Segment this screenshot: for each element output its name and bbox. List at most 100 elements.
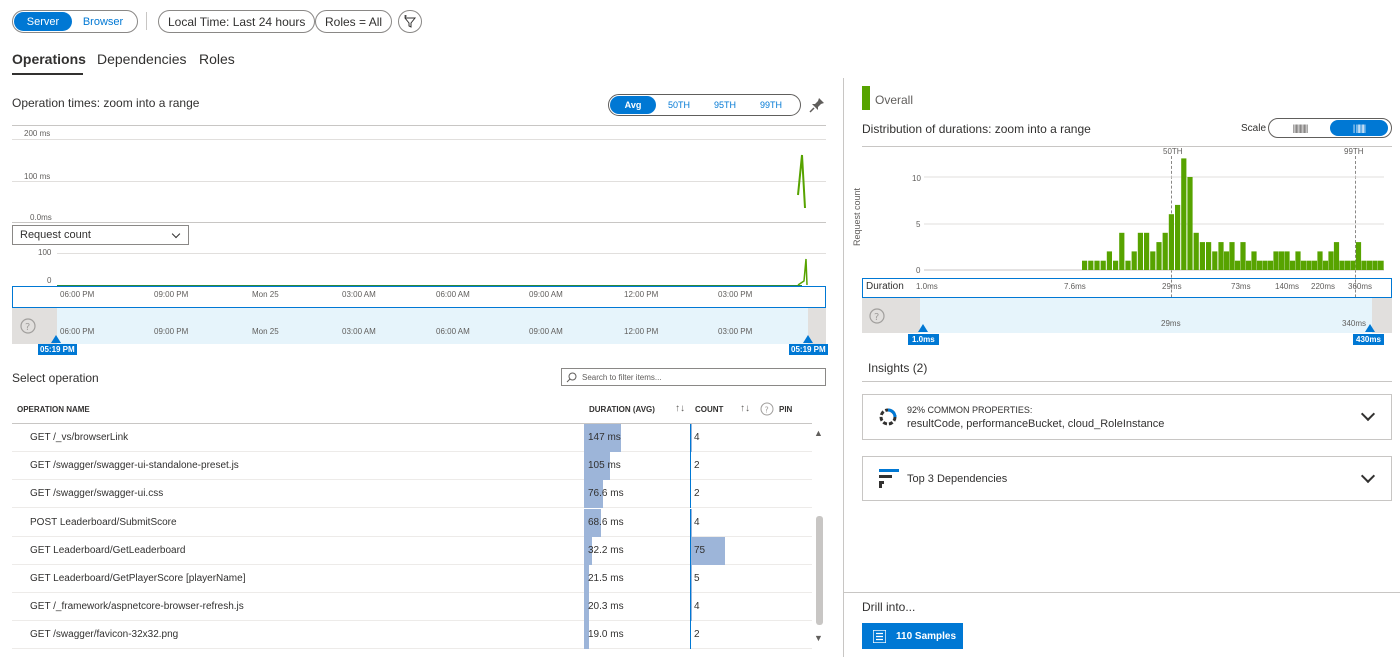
duration-tick: 360ms bbox=[1348, 282, 1373, 291]
table-row[interactable]: GET Leaderboard/GetPlayerScore [playerNa… bbox=[12, 565, 812, 593]
server-toggle[interactable]: Server bbox=[14, 12, 72, 31]
reset-zoom-icon[interactable]: ? bbox=[868, 307, 886, 325]
search-icon bbox=[566, 372, 577, 383]
time-axis-box bbox=[12, 286, 826, 308]
time-tick: 06:00 AM bbox=[436, 290, 470, 299]
add-filter-icon bbox=[403, 14, 417, 28]
duration-header[interactable]: DURATION (AVG) bbox=[589, 405, 655, 414]
percentile-toggle[interactable]: Avg 50TH 95TH 99TH bbox=[608, 94, 801, 116]
time-tick: 06:00 PM bbox=[60, 327, 95, 336]
table-row[interactable]: GET Leaderboard/GetLeaderboard 32.2 ms 75 bbox=[12, 536, 812, 565]
histogram-bar bbox=[1181, 158, 1187, 270]
scroll-up-icon[interactable]: ▲ bbox=[814, 428, 823, 438]
duration-histogram[interactable] bbox=[924, 150, 1384, 278]
time-tick: 09:00 AM bbox=[529, 327, 563, 336]
sort-count-icon[interactable]: ↑↓ bbox=[740, 403, 750, 414]
histogram-bar bbox=[1137, 232, 1143, 270]
avg-option[interactable]: Avg bbox=[610, 96, 656, 114]
p95-option[interactable]: 95TH bbox=[702, 96, 748, 114]
count-label-0: 0 bbox=[47, 276, 52, 285]
histogram-top-border bbox=[862, 146, 1392, 147]
histogram-bar bbox=[1094, 260, 1100, 270]
operation-name: GET /swagger/swagger-ui-standalone-prese… bbox=[30, 460, 239, 472]
count-header[interactable]: COUNT bbox=[695, 405, 723, 414]
y-label-100: 100 ms bbox=[24, 172, 51, 181]
tab-operations[interactable]: Operations bbox=[12, 51, 86, 67]
p50-option[interactable]: 50TH bbox=[656, 96, 702, 114]
histogram-bar bbox=[1251, 251, 1257, 270]
histogram-bar bbox=[1100, 260, 1106, 270]
scroll-down-icon[interactable]: ▼ bbox=[814, 633, 823, 643]
count-axis bbox=[690, 565, 691, 593]
server-browser-toggle[interactable]: Server Browser bbox=[12, 10, 138, 33]
histogram-bar bbox=[1106, 251, 1112, 270]
tab-roles[interactable]: Roles bbox=[199, 51, 235, 67]
duration-line bbox=[797, 154, 806, 209]
operation-name-header[interactable]: OPERATION NAME bbox=[17, 405, 90, 414]
operation-name: GET /swagger/favicon-32x32.png bbox=[30, 629, 179, 641]
table-row[interactable]: GET /_framework/aspnetcore-browser-refre… bbox=[12, 593, 812, 622]
svg-text:?: ? bbox=[25, 322, 30, 333]
y-label-200: 200 ms bbox=[24, 129, 51, 138]
duration-range-start-flag: 1.0ms bbox=[908, 334, 939, 345]
histogram-bar bbox=[1187, 177, 1193, 270]
divider bbox=[146, 12, 147, 30]
range-start-flag: 05:19 PM bbox=[38, 344, 77, 355]
table-row[interactable]: GET /_vs/browserLink 147 ms 4 bbox=[12, 424, 812, 452]
histogram-bar bbox=[1366, 260, 1373, 270]
roles-filter-pill[interactable]: Roles = All bbox=[315, 10, 393, 33]
histogram-bar bbox=[1234, 260, 1241, 270]
add-filter-button[interactable] bbox=[398, 10, 422, 33]
duration-tick: 220ms bbox=[1311, 282, 1336, 291]
count-axis bbox=[690, 424, 691, 452]
insight2-text: Top 3 Dependencies bbox=[907, 473, 1008, 485]
histogram-bar bbox=[1317, 251, 1323, 270]
operation-name: GET Leaderboard/GetPlayerScore [playerNa… bbox=[30, 573, 246, 584]
common-properties-insight[interactable]: 92% COMMON PROPERTIES: resultCode, perfo… bbox=[862, 394, 1392, 440]
p99-option[interactable]: 99TH bbox=[748, 96, 794, 114]
chevron-down-icon[interactable] bbox=[1360, 468, 1376, 484]
table-row[interactable]: GET /swagger/swagger-ui.css 76.6 ms 2 bbox=[12, 480, 812, 509]
table-row[interactable]: GET /swagger/swagger-ui-standalone-prese… bbox=[12, 452, 812, 481]
sort-duration-icon[interactable]: ↑↓ bbox=[675, 403, 685, 414]
log-scale-option[interactable]: | ||||||| bbox=[1330, 120, 1388, 136]
histogram-bar bbox=[1289, 260, 1296, 270]
svg-text:?: ? bbox=[874, 312, 879, 323]
scale-toggle[interactable]: ||||||||||| | ||||||| bbox=[1268, 118, 1392, 138]
table-row[interactable]: GET /swagger/favicon-32x32.png 19.0 ms 2 bbox=[12, 621, 812, 650]
duration-range-end-handle[interactable] bbox=[1372, 298, 1392, 333]
time-range-selection[interactable] bbox=[57, 308, 808, 344]
samples-button[interactable]: 110 Samples bbox=[862, 623, 963, 649]
browser-toggle[interactable]: Browser bbox=[72, 12, 134, 31]
help-icon[interactable]: ? bbox=[760, 402, 774, 416]
list-icon bbox=[873, 630, 886, 643]
table-row[interactable]: POST Leaderboard/SubmitScore 68.6 ms 4 bbox=[12, 508, 812, 537]
operation-count: 4 bbox=[694, 516, 700, 528]
histogram-bar bbox=[1273, 251, 1279, 270]
operation-name: GET /swagger/swagger-ui.css bbox=[30, 488, 164, 500]
linear-scale-option[interactable]: ||||||||||| bbox=[1270, 120, 1330, 136]
tab-dependencies[interactable]: Dependencies bbox=[97, 51, 187, 67]
time-tick: 09:00 PM bbox=[154, 290, 189, 299]
overall-legend-swatch bbox=[862, 86, 870, 110]
operation-count: 4 bbox=[694, 601, 700, 613]
insights-divider bbox=[862, 381, 1392, 382]
histogram-bar bbox=[1113, 260, 1119, 270]
overall-legend-label: Overall bbox=[875, 93, 914, 107]
pin-icon[interactable] bbox=[808, 96, 826, 114]
histogram-bar bbox=[1206, 242, 1212, 270]
top-dependencies-insight[interactable]: Top 3 Dependencies bbox=[862, 456, 1392, 501]
gridline bbox=[12, 181, 826, 182]
reset-zoom-icon[interactable]: ? bbox=[19, 317, 37, 335]
count-line bbox=[797, 258, 808, 286]
duration-range-selection[interactable] bbox=[920, 298, 1372, 333]
operation-search-input[interactable]: Search to filter items... bbox=[561, 368, 826, 386]
time-range-pill[interactable]: Local Time: Last 24 hours bbox=[158, 10, 316, 33]
scrollbar-thumb[interactable] bbox=[816, 516, 823, 625]
histogram-bar bbox=[1150, 251, 1156, 270]
histogram-bar bbox=[1229, 242, 1235, 270]
metric-select[interactable]: Request count bbox=[12, 225, 189, 245]
range-end-marker-icon bbox=[803, 335, 813, 343]
chevron-down-icon[interactable] bbox=[1360, 406, 1376, 422]
duration-tick: 7.6ms bbox=[1064, 282, 1086, 291]
